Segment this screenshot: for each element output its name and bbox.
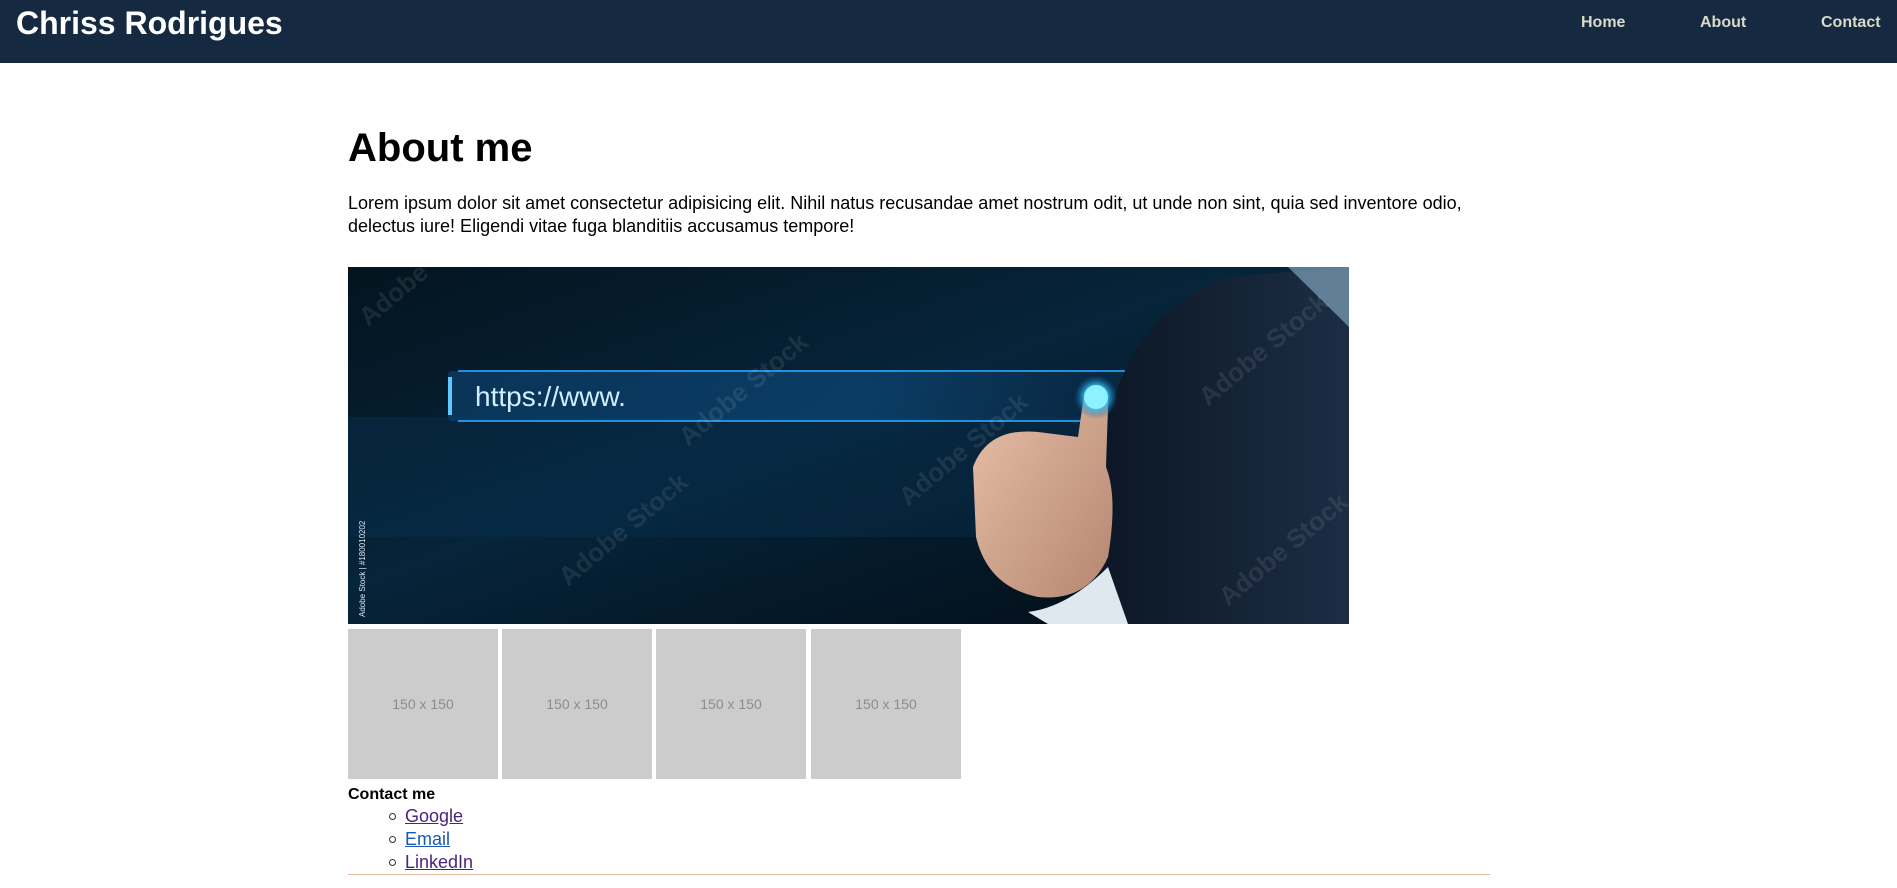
site-title: Chriss Rodrigues xyxy=(16,5,283,41)
linkedin-link[interactable]: LinkedIn xyxy=(405,852,473,872)
nav-home-link[interactable]: Home xyxy=(1581,13,1625,33)
list-item: Google xyxy=(389,805,473,828)
bullet-icon xyxy=(389,859,396,866)
stock-id-label: Adobe Stock | #180010202 xyxy=(358,520,367,617)
bullet-icon xyxy=(389,836,396,843)
footer-divider xyxy=(348,874,1490,875)
hero-url-text: https://www. xyxy=(475,381,626,412)
top-navbar: Chriss Rodrigues Home About Contact xyxy=(0,0,1897,63)
thumbnail-placeholder: 150 x 150 xyxy=(502,629,652,779)
list-item: Email xyxy=(389,828,473,851)
email-link[interactable]: Email xyxy=(405,829,450,849)
google-link[interactable]: Google xyxy=(405,806,463,826)
contact-heading: Contact me xyxy=(348,786,436,803)
page-heading: About me xyxy=(348,126,533,170)
thumbnail-placeholder: 150 x 150 xyxy=(811,629,961,779)
contact-links-list: Google Email LinkedIn xyxy=(348,805,473,874)
hero-image: https://www. Adobe Stock Adobe Stock Ado… xyxy=(348,267,1349,624)
main-content: About me Lorem ipsum dolor sit amet cons… xyxy=(348,122,1490,875)
nav-contact-link[interactable]: Contact xyxy=(1821,13,1881,33)
thumbnail-placeholder: 150 x 150 xyxy=(348,629,498,779)
intro-paragraph: Lorem ipsum dolor sit amet consectetur a… xyxy=(348,193,1462,236)
bullet-icon xyxy=(389,813,396,820)
list-item: LinkedIn xyxy=(389,851,473,874)
thumbnail-placeholder: 150 x 150 xyxy=(656,629,806,779)
nav-about-link[interactable]: About xyxy=(1700,13,1746,33)
